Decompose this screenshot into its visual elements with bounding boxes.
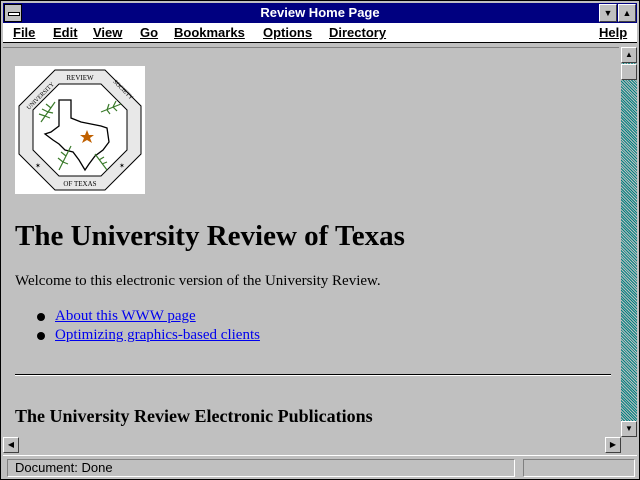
- scroll-corner: [621, 437, 637, 453]
- window-title: Review Home Page: [260, 5, 380, 20]
- status-text: Document: Done: [7, 459, 515, 477]
- menu-file[interactable]: File: [13, 25, 35, 40]
- scroll-track[interactable]: [621, 63, 637, 421]
- svg-text:✶: ✶: [35, 162, 41, 170]
- list-item: Optimizing graphics-based clients: [37, 327, 615, 344]
- bullet-icon: [37, 313, 45, 321]
- browser-window: Review Home Page ▼ ▲ File Edit View Go B…: [0, 0, 640, 480]
- svg-text:OF TEXAS: OF TEXAS: [63, 180, 96, 188]
- arrow-up-icon[interactable]: ▲: [621, 47, 637, 63]
- society-logo: REVIEW UNIVERSITY SOCIETY OF TEXAS ✶ ✶: [15, 66, 145, 194]
- page-body: REVIEW UNIVERSITY SOCIETY OF TEXAS ✶ ✶ T…: [15, 66, 615, 427]
- about-page-link[interactable]: About this WWW page: [55, 308, 196, 324]
- menu-help[interactable]: Help: [599, 25, 627, 40]
- arrow-down-icon[interactable]: ▼: [621, 421, 637, 437]
- link-list: About this WWW page Optimizing graphics-…: [37, 308, 615, 344]
- minimize-icon[interactable]: ▼: [599, 4, 617, 22]
- scroll-track[interactable]: [19, 437, 605, 453]
- society-seal-icon: REVIEW UNIVERSITY SOCIETY OF TEXAS ✶ ✶: [18, 69, 142, 191]
- menu-edit[interactable]: Edit: [53, 25, 78, 40]
- section-heading: The University Review Electronic Publica…: [15, 406, 373, 426]
- arrow-right-icon[interactable]: ▶: [605, 437, 621, 453]
- welcome-text: Welcome to this electronic version of th…: [15, 273, 381, 289]
- menu-go[interactable]: Go: [140, 25, 158, 40]
- status-bar: Document: Done: [3, 455, 637, 479]
- menu-view[interactable]: View: [93, 25, 122, 40]
- vertical-scrollbar[interactable]: ▲ ▼: [621, 47, 637, 437]
- menu-options[interactable]: Options: [263, 25, 312, 40]
- page-title: The University Review of Texas: [15, 220, 405, 252]
- horizontal-scrollbar[interactable]: ◀ ▶: [3, 437, 621, 453]
- progress-indicator: [523, 459, 635, 477]
- document-view[interactable]: REVIEW UNIVERSITY SOCIETY OF TEXAS ✶ ✶ T…: [3, 47, 619, 437]
- scroll-thumb[interactable]: [621, 64, 637, 80]
- menu-directory[interactable]: Directory: [329, 25, 386, 40]
- bullet-icon: [37, 332, 45, 340]
- title-bar: Review Home Page ▼ ▲: [3, 3, 637, 23]
- svg-text:REVIEW: REVIEW: [66, 74, 94, 82]
- svg-text:✶: ✶: [119, 162, 125, 170]
- menu-bookmarks[interactable]: Bookmarks: [174, 25, 245, 40]
- menu-bar: File Edit View Go Bookmarks Options Dire…: [3, 23, 637, 43]
- arrow-left-icon[interactable]: ◀: [3, 437, 19, 453]
- maximize-icon[interactable]: ▲: [618, 4, 636, 22]
- list-item: About this WWW page: [37, 308, 615, 325]
- optimizing-clients-link[interactable]: Optimizing graphics-based clients: [55, 327, 260, 343]
- horizontal-rule: [15, 374, 611, 376]
